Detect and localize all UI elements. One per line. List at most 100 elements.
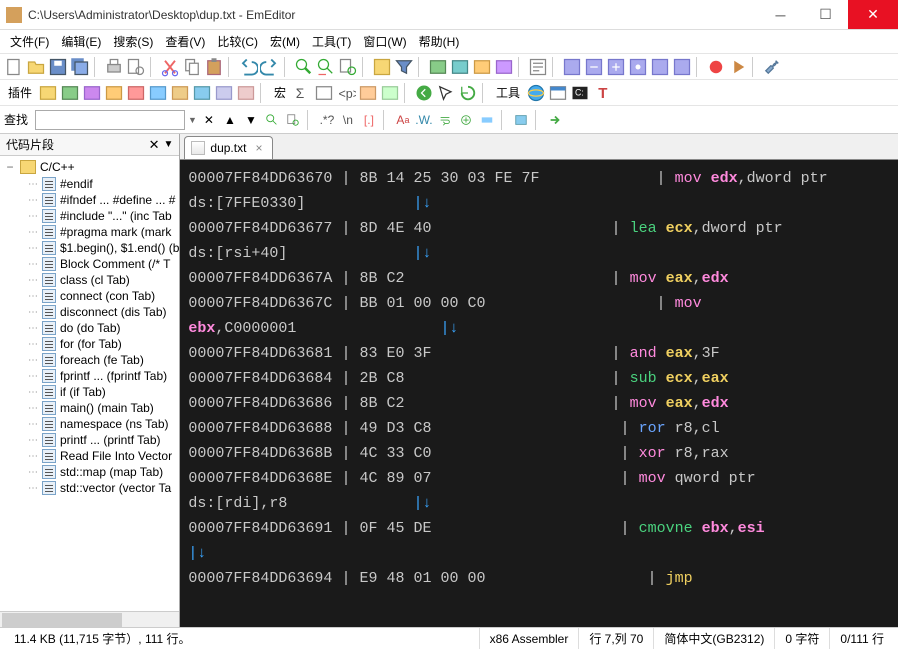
srch-files-icon[interactable] <box>284 111 302 129</box>
menu-tools[interactable]: 工具(T) <box>306 31 357 52</box>
m4-icon[interactable] <box>358 83 378 103</box>
tree-item[interactable]: ⋯Block Comment (/* T <box>0 256 179 272</box>
cut-icon[interactable] <box>160 57 180 77</box>
search-input[interactable] <box>35 110 185 130</box>
tree-item[interactable]: ⋯#pragma mark (mark <box>0 224 179 240</box>
p2-icon[interactable] <box>60 83 80 103</box>
bk1-icon[interactable] <box>562 57 582 77</box>
tree-item[interactable]: ⋯if (if Tab) <box>0 384 179 400</box>
t4-icon[interactable] <box>494 57 514 77</box>
maximize-button[interactable]: ☐ <box>803 0 848 29</box>
t-icon[interactable]: T <box>592 83 612 103</box>
p9-icon[interactable] <box>214 83 234 103</box>
t3-icon[interactable] <box>472 57 492 77</box>
t1-icon[interactable] <box>428 57 448 77</box>
find-icon[interactable] <box>294 57 314 77</box>
editor-tab[interactable]: dup.txt × <box>184 136 273 159</box>
tree-item[interactable]: ⋯Read File Into Vector <box>0 448 179 464</box>
preview-icon[interactable] <box>126 57 146 77</box>
print-icon[interactable] <box>104 57 124 77</box>
tree-item[interactable]: ⋯namespace (ns Tab) <box>0 416 179 432</box>
status-encoding[interactable]: 简体中文(GB2312) <box>654 628 775 649</box>
tree-root[interactable]: − C/C++ <box>0 158 179 176</box>
mark-icon[interactable] <box>512 111 530 129</box>
tab-close-icon[interactable]: × <box>255 141 262 155</box>
t2-icon[interactable] <box>450 57 470 77</box>
tree-item[interactable]: ⋯$1.begin(), $1.end() (b <box>0 240 179 256</box>
close-button[interactable]: ✕ <box>848 0 898 29</box>
code-editor[interactable]: 00007FF84DD63670 | 8B 14 25 30 03 FE 7F … <box>180 160 898 627</box>
ie-icon[interactable] <box>526 83 546 103</box>
minimize-button[interactable]: ─ <box>758 0 803 29</box>
findfiles-icon[interactable] <box>338 57 358 77</box>
case-icon[interactable]: Aa <box>394 111 412 129</box>
tree-item[interactable]: ⋯for (for Tab) <box>0 336 179 352</box>
p1-icon[interactable] <box>38 83 58 103</box>
undo-icon[interactable] <box>238 57 258 77</box>
bk2-icon[interactable] <box>584 57 604 77</box>
p5-icon[interactable] <box>126 83 146 103</box>
wrap-icon[interactable] <box>436 111 454 129</box>
tree-item[interactable]: ⋯#include "..." (inc Tab <box>0 208 179 224</box>
sidepanel-close-icon[interactable]: ✕ <box>149 137 160 153</box>
bk6-icon[interactable] <box>672 57 692 77</box>
menu-window[interactable]: 窗口(W) <box>357 31 412 52</box>
p3-icon[interactable] <box>82 83 102 103</box>
menu-file[interactable]: 文件(F) <box>4 31 55 52</box>
m1-icon[interactable]: Σ <box>292 83 312 103</box>
saveall-icon[interactable] <box>70 57 90 77</box>
srch-find-icon[interactable] <box>263 111 281 129</box>
go-icon[interactable] <box>546 111 564 129</box>
redo-icon[interactable] <box>260 57 280 77</box>
tree-item[interactable]: ⋯foreach (fe Tab) <box>0 352 179 368</box>
rec-icon[interactable] <box>706 57 726 77</box>
p8-icon[interactable] <box>192 83 212 103</box>
bk4-icon[interactable] <box>628 57 648 77</box>
props-icon[interactable] <box>528 57 548 77</box>
tree-item[interactable]: ⋯disconnect (dis Tab) <box>0 304 179 320</box>
wrench-icon[interactable] <box>762 57 782 77</box>
collapse-icon[interactable]: − <box>4 160 16 174</box>
new-icon[interactable] <box>4 57 24 77</box>
menu-compare[interactable]: 比较(C) <box>211 31 264 52</box>
paste-icon[interactable] <box>204 57 224 77</box>
tree-item[interactable]: ⋯do (do Tab) <box>0 320 179 336</box>
p6-icon[interactable] <box>148 83 168 103</box>
search-dropdown-icon[interactable]: ▼ <box>188 115 197 125</box>
nl-icon[interactable]: \n <box>339 111 357 129</box>
tree-item[interactable]: ⋯#ifndef ... #define ... # <box>0 192 179 208</box>
tree-item[interactable]: ⋯std::vector (vector Ta <box>0 480 179 496</box>
m2-icon[interactable] <box>314 83 334 103</box>
p7-icon[interactable] <box>170 83 190 103</box>
m3-icon[interactable]: <p> <box>336 83 356 103</box>
cursor-icon[interactable] <box>436 83 456 103</box>
exp-icon[interactable] <box>548 83 568 103</box>
regex-icon[interactable]: .*? <box>318 111 336 129</box>
prev-icon[interactable]: ▲ <box>221 111 239 129</box>
bk5-icon[interactable] <box>650 57 670 77</box>
play-icon[interactable] <box>728 57 748 77</box>
menu-search[interactable]: 搜索(S) <box>107 31 159 52</box>
open-icon[interactable] <box>26 57 46 77</box>
tree-item[interactable]: ⋯printf ... (printf Tab) <box>0 432 179 448</box>
next-icon[interactable]: ▼ <box>242 111 260 129</box>
incr-icon[interactable] <box>457 111 475 129</box>
tree-item[interactable]: ⋯fprintf ... (fprintf Tab) <box>0 368 179 384</box>
large-icon[interactable] <box>372 57 392 77</box>
refresh-icon[interactable] <box>458 83 478 103</box>
save-icon[interactable] <box>48 57 68 77</box>
word-icon[interactable]: .W. <box>415 111 433 129</box>
tree-item[interactable]: ⋯connect (con Tab) <box>0 288 179 304</box>
tree-item[interactable]: ⋯class (cl Tab) <box>0 272 179 288</box>
menu-view[interactable]: 查看(V) <box>159 31 211 52</box>
m5-icon[interactable] <box>380 83 400 103</box>
copy-icon[interactable] <box>182 57 202 77</box>
p4-icon[interactable] <box>104 83 124 103</box>
tree-item[interactable]: ⋯std::map (map Tab) <box>0 464 179 480</box>
p10-icon[interactable] <box>236 83 256 103</box>
highlight-icon[interactable] <box>478 111 496 129</box>
replace-icon[interactable] <box>316 57 336 77</box>
close-search-icon[interactable]: ✕ <box>200 111 218 129</box>
tree-item[interactable]: ⋯main() (main Tab) <box>0 400 179 416</box>
bracket-icon[interactable]: [.] <box>360 111 378 129</box>
